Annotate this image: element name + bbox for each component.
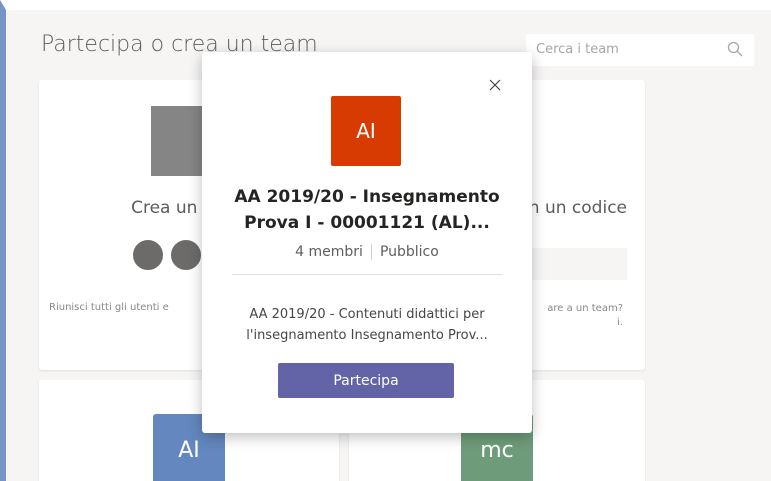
team-description-line: l'insegnamento Insegnamento Prov... — [246, 328, 488, 343]
visibility-label: Pubblico — [379, 244, 439, 260]
team-name-line: AA 2019/20 - Insegnamento — [234, 187, 500, 207]
team-avatar: AI — [331, 96, 401, 166]
close-icon[interactable] — [486, 76, 504, 94]
team-description: AA 2019/20 - Contenuti didattici per l'i… — [222, 304, 512, 346]
team-meta: 4 membri Pubblico — [202, 244, 532, 260]
team-preview-dialog: AI AA 2019/20 - Insegnamento Prova I - 0… — [202, 52, 532, 433]
member-count: 4 membri — [295, 244, 363, 260]
divider — [232, 274, 502, 275]
team-name: AA 2019/20 - Insegnamento Prova I - 0000… — [222, 184, 512, 236]
join-button[interactable]: Partecipa — [278, 363, 454, 398]
team-description-line: AA 2019/20 - Contenuti didattici per — [249, 307, 485, 322]
team-name-line: Prova I - 00001121 (AL)... — [244, 213, 490, 233]
meta-divider — [370, 244, 372, 260]
